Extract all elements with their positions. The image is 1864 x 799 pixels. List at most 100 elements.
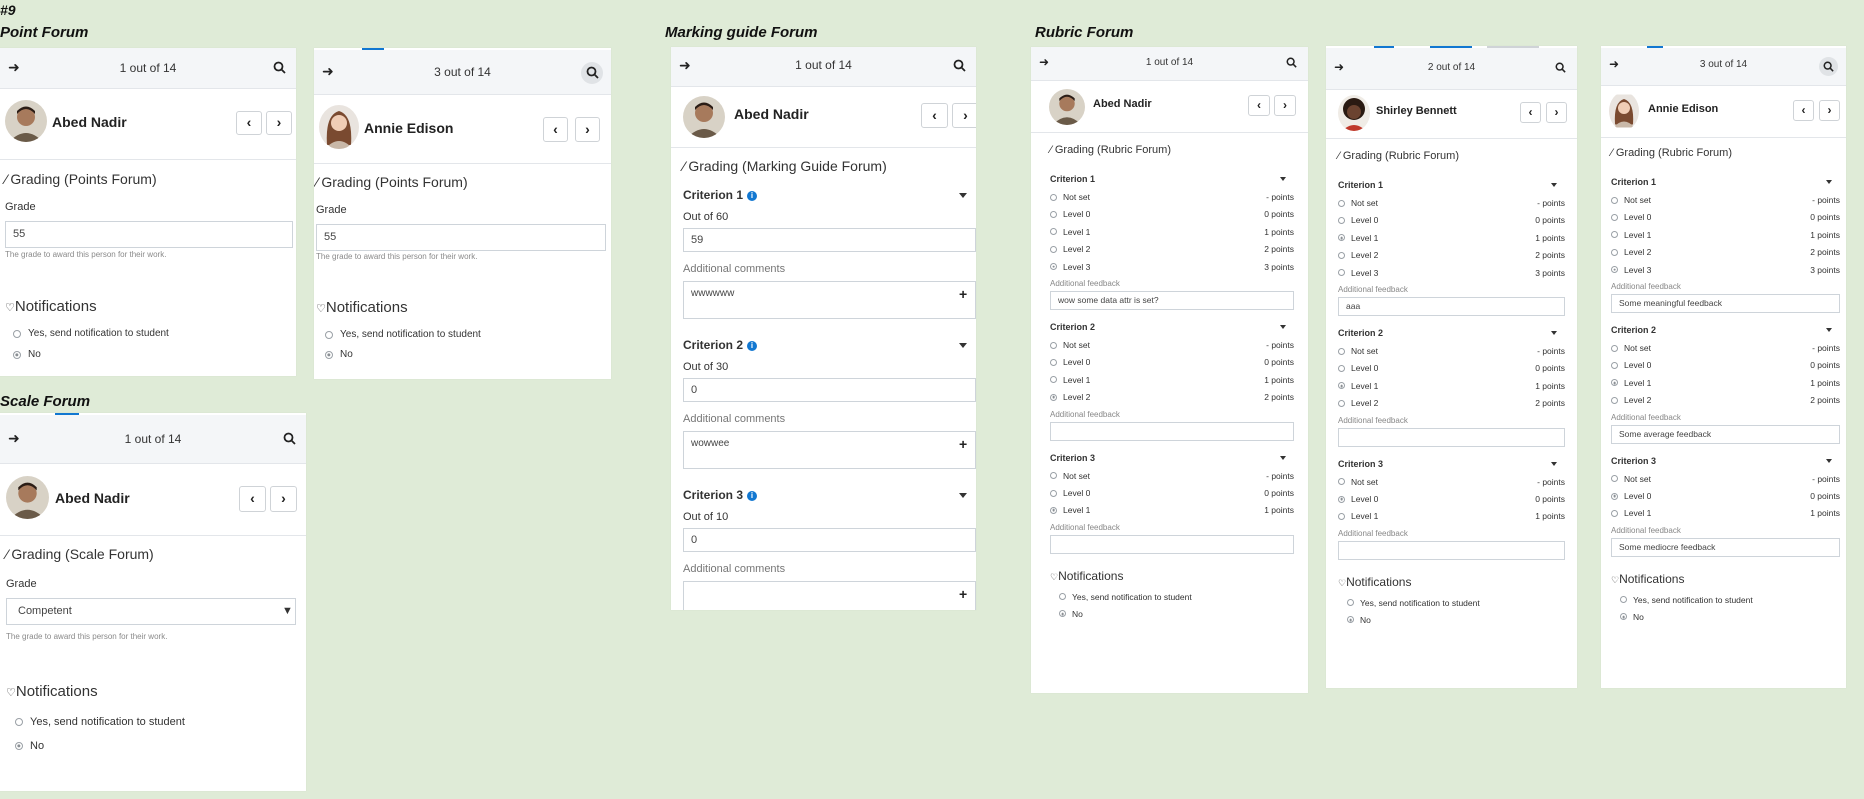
rubric-level-option[interactable]: Level 2 <box>1050 244 1090 254</box>
chevron-down-icon[interactable] <box>1551 331 1557 335</box>
notify-no-option[interactable]: No <box>13 349 41 360</box>
notify-yes-radio[interactable] <box>325 330 333 339</box>
rubric-level-radio[interactable] <box>1611 475 1618 483</box>
rubric-level-option[interactable]: Not set <box>1338 346 1378 356</box>
rubric-level-option[interactable]: Level 1 <box>1611 230 1651 240</box>
rubric-level-option[interactable]: Level 1 <box>1338 381 1378 391</box>
search-icon[interactable] <box>1551 60 1569 78</box>
additional-comments-input[interactable]: wwwwww <box>683 281 976 319</box>
rubric-level-option[interactable]: Level 0 <box>1338 363 1378 373</box>
rubric-level-radio[interactable] <box>1611 248 1618 256</box>
rubric-level-option[interactable]: Level 1 <box>1050 375 1090 385</box>
notify-yes-radio[interactable] <box>1620 596 1627 604</box>
rubric-level-option[interactable]: Level 3 <box>1611 265 1651 275</box>
notify-no-radio[interactable] <box>15 742 23 750</box>
notify-yes-option[interactable]: Yes, send notification to student <box>13 328 169 339</box>
rubric-level-option[interactable]: Level 1 <box>1611 508 1651 518</box>
notify-yes-option[interactable]: Yes, send notification to student <box>15 716 185 728</box>
additional-feedback-input[interactable]: Some meaningful feedback <box>1611 294 1840 313</box>
rubric-level-radio[interactable] <box>1050 245 1057 253</box>
chevron-down-icon[interactable] <box>1280 177 1286 181</box>
rubric-level-option[interactable]: Level 0 <box>1611 491 1651 501</box>
additional-comments-input[interactable] <box>683 581 976 610</box>
search-icon[interactable] <box>1282 55 1300 73</box>
notify-yes-option[interactable]: Yes, send notification to student <box>325 329 481 340</box>
chevron-down-icon[interactable] <box>1551 461 1557 466</box>
search-icon[interactable] <box>280 430 298 448</box>
rubric-level-option[interactable]: Not set <box>1050 340 1090 350</box>
rubric-level-radio[interactable] <box>1050 228 1057 236</box>
rubric-level-radio[interactable] <box>1050 472 1057 480</box>
grade-select[interactable]: Competent <box>6 598 296 625</box>
rubric-level-radio[interactable] <box>1611 509 1618 517</box>
rubric-level-option[interactable]: Level 2 <box>1338 398 1378 408</box>
notify-no-radio[interactable] <box>1347 616 1354 624</box>
rubric-level-option[interactable]: Not set <box>1611 195 1651 205</box>
chevron-down-icon[interactable] <box>1826 458 1832 463</box>
rubric-level-option[interactable]: Level 1 <box>1050 505 1090 515</box>
rubric-level-radio[interactable] <box>1338 347 1345 355</box>
rubric-level-option[interactable]: Level 2 <box>1611 247 1651 257</box>
rubric-level-option[interactable]: Level 3 <box>1338 268 1378 278</box>
additional-feedback-input[interactable]: Some average feedback <box>1611 424 1840 444</box>
criterion-score-input[interactable]: 0 <box>683 528 976 552</box>
search-icon[interactable] <box>581 62 603 84</box>
rubric-level-radio[interactable] <box>1338 399 1345 407</box>
chevron-down-icon[interactable] <box>1551 183 1557 187</box>
notify-yes-radio[interactable] <box>13 329 21 338</box>
rubric-level-option[interactable]: Level 0 <box>1611 360 1651 370</box>
rubric-level-option[interactable]: Level 0 <box>1338 215 1378 225</box>
rubric-level-radio[interactable] <box>1338 216 1345 224</box>
rubric-level-radio[interactable] <box>1050 341 1057 349</box>
rubric-level-radio[interactable] <box>1338 478 1345 486</box>
rubric-level-option[interactable]: Level 1 <box>1611 378 1651 388</box>
additional-comments-input[interactable]: wowwee <box>683 431 976 469</box>
rubric-level-radio[interactable] <box>1611 196 1618 204</box>
notify-no-radio[interactable] <box>1059 610 1066 618</box>
search-icon[interactable] <box>270 59 288 77</box>
rubric-level-radio[interactable] <box>1338 364 1345 372</box>
grade-input[interactable]: 55 <box>5 221 293 248</box>
info-icon[interactable]: i <box>747 491 758 501</box>
search-icon[interactable] <box>1819 57 1838 76</box>
info-icon[interactable]: i <box>747 191 758 201</box>
previous-user-button[interactable]: ‹ <box>1520 102 1541 123</box>
rubric-level-radio[interactable] <box>1338 251 1345 259</box>
rubric-level-option[interactable]: Level 1 <box>1050 227 1090 237</box>
rubric-level-option[interactable]: Level 1 <box>1338 233 1378 243</box>
rubric-level-radio[interactable] <box>1611 344 1618 352</box>
rubric-level-radio[interactable] <box>1611 231 1618 239</box>
criterion-score-input[interactable]: 0 <box>683 378 976 402</box>
notify-no-radio[interactable] <box>13 350 21 359</box>
grade-input[interactable]: 55 <box>316 224 606 251</box>
rubric-level-radio[interactable] <box>1050 210 1057 218</box>
rubric-level-option[interactable]: Not set <box>1338 477 1378 487</box>
rubric-level-radio[interactable] <box>1338 382 1345 390</box>
chevron-down-icon[interactable] <box>1280 325 1286 329</box>
additional-feedback-input[interactable]: wow some data attr is set? <box>1050 291 1294 310</box>
rubric-level-radio[interactable] <box>1611 492 1618 500</box>
next-user-button[interactable]: › <box>1546 102 1567 123</box>
add-comment-icon[interactable]: + <box>959 436 967 452</box>
chevron-down-icon[interactable] <box>959 193 967 198</box>
notify-yes-option[interactable]: Yes, send notification to student <box>1347 598 1480 608</box>
rubric-level-radio[interactable] <box>1050 193 1057 201</box>
add-comment-icon[interactable]: + <box>959 286 967 302</box>
notify-yes-radio[interactable] <box>1059 593 1066 601</box>
info-icon[interactable]: i <box>747 341 758 351</box>
next-user-button[interactable]: › <box>575 117 600 142</box>
rubric-level-option[interactable]: Level 0 <box>1050 357 1090 367</box>
notify-no-option[interactable]: No <box>15 740 44 752</box>
add-comment-icon[interactable]: + <box>959 586 967 602</box>
rubric-level-option[interactable]: Not set <box>1611 343 1651 353</box>
rubric-level-radio[interactable] <box>1611 379 1618 387</box>
additional-feedback-input[interactable] <box>1338 427 1565 447</box>
rubric-level-radio[interactable] <box>1338 199 1345 207</box>
next-user-button[interactable]: › <box>270 486 297 512</box>
rubric-level-option[interactable]: Not set <box>1050 471 1090 481</box>
notify-yes-option[interactable]: Yes, send notification to student <box>1059 592 1192 602</box>
rubric-level-radio[interactable] <box>1338 269 1345 277</box>
chevron-down-icon[interactable] <box>1826 328 1832 332</box>
criterion-score-input[interactable]: 59 <box>683 228 976 252</box>
rubric-level-radio[interactable] <box>1050 506 1057 514</box>
